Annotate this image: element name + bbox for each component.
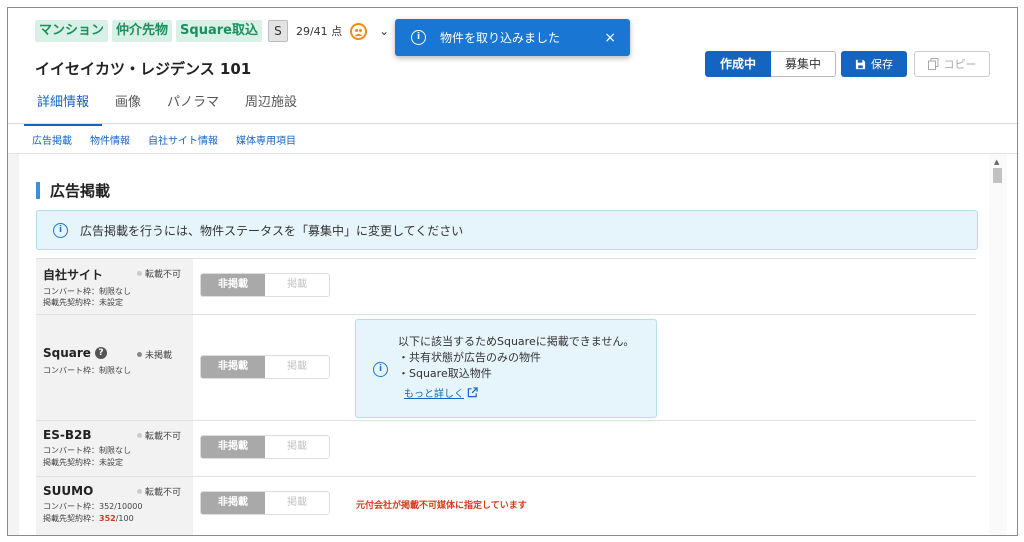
listing-row-own-site: 自社サイト 転載不可 コンバート枠：制限なし 掲載先契約枠：未設定 非掲載 掲載 xyxy=(36,258,976,315)
info-icon: i xyxy=(411,30,426,45)
subnav-site-info[interactable]: 自社サイト情報 xyxy=(148,132,218,147)
media-name: SUUMO xyxy=(43,484,94,498)
tab-panorama[interactable]: パノラマ xyxy=(154,92,232,124)
page-title: イイセイカツ・レジデンス 101 xyxy=(35,60,252,78)
learn-more-link[interactable]: もっと詳しく xyxy=(404,385,478,400)
listing-row-es-b2b: ES-B2B 転載不可 コンバート枠：制限なし 掲載先契約枠：未設定 非掲載 掲… xyxy=(36,420,976,477)
tag-type: マンション xyxy=(35,20,109,42)
unlisted-option[interactable]: 非掲載 xyxy=(201,436,265,458)
listing-state: 未掲載 xyxy=(137,348,172,361)
section-subnav: 広告掲載 物件情報 自社サイト情報 媒体専用項目 xyxy=(32,132,296,147)
tab-images[interactable]: 画像 xyxy=(102,92,154,124)
score-text: 29/41 点 xyxy=(295,25,343,38)
subnav-property-info[interactable]: 物件情報 xyxy=(90,132,130,147)
copy-button[interactable]: コピー xyxy=(914,51,990,77)
tabs-divider xyxy=(8,123,1017,124)
tag-import: Square取込 xyxy=(176,20,262,42)
tab-nearby[interactable]: 周辺施設 xyxy=(232,92,310,124)
vertical-scrollbar[interactable]: ▲ xyxy=(989,154,1007,535)
notice-line: 以下に該当するためSquareに掲載できません。 xyxy=(398,335,635,348)
unlisted-option[interactable]: 非掲載 xyxy=(201,274,265,296)
unlisted-option[interactable]: 非掲載 xyxy=(201,356,265,378)
tag-brokerage: 仲介先物 xyxy=(112,20,173,42)
info-text: 広告掲載を行うには、物件ステータスを「募集中」に変更してください xyxy=(80,223,464,238)
listing-state: 転載不可 xyxy=(137,429,181,442)
scroll-up-icon[interactable]: ▲ xyxy=(994,158,999,166)
suumo-warning: 元付会社が掲載不可媒体に指定しています xyxy=(356,501,527,511)
media-name: 自社サイト xyxy=(43,268,104,282)
tab-bar: 詳細情報 画像 パノラマ 周辺施設 xyxy=(24,92,310,126)
subnav-media-items[interactable]: 媒体専用項目 xyxy=(236,132,296,147)
tag-row: マンション 仲介先物 Square取込 S 29/41 点 ⌄ xyxy=(35,20,389,42)
status-info-banner: i 広告掲載を行うには、物件ステータスを「募集中」に変更してください xyxy=(36,210,978,250)
external-link-icon xyxy=(467,387,478,398)
content-area: 広告掲載 i 広告掲載を行うには、物件ステータスを「募集中」に変更してください … xyxy=(8,154,989,535)
status-recruiting-button[interactable]: 募集中 xyxy=(771,51,837,77)
floppy-disk-icon xyxy=(855,59,866,69)
close-icon[interactable]: × xyxy=(604,30,616,46)
status-toggle: 作成中 募集中 xyxy=(705,51,837,77)
listed-option[interactable]: 掲載 xyxy=(265,492,329,514)
copy-icon xyxy=(927,58,938,70)
notice-line: ・Square取込物件 xyxy=(398,367,492,380)
app-frame: マンション 仲介先物 Square取込 S 29/41 点 ⌄ イイセイカツ・レ… xyxy=(7,7,1018,536)
listing-state: 転載不可 xyxy=(137,267,181,280)
grade-badge: S xyxy=(267,20,288,42)
ad-listing-panel: 広告掲載 i 広告掲載を行うには、物件ステータスを「募集中」に変更してください … xyxy=(19,154,989,535)
info-icon: i xyxy=(373,362,388,377)
square-restriction-notice: i 以下に該当するためSquareに掲載できません。 ・共有状態が広告のみの物件… xyxy=(355,319,657,418)
convert-quota: コンバート枠：制限なし xyxy=(43,287,131,296)
subnav-ad-listing[interactable]: 広告掲載 xyxy=(32,132,72,147)
status-drafting-button[interactable]: 作成中 xyxy=(705,51,772,77)
section-heading: 広告掲載 xyxy=(36,180,110,201)
listing-toggle[interactable]: 非掲載 掲載 xyxy=(200,273,330,297)
contract-quota: 掲載先契約枠：未設定 xyxy=(43,298,123,307)
convert-quota: コンバート枠：352/10000 xyxy=(43,502,143,511)
media-name: ES-B2B xyxy=(43,428,92,442)
listing-toggle[interactable]: 非掲載 掲載 xyxy=(200,435,330,459)
copy-label: コピー xyxy=(943,58,977,71)
listing-row-suumo: SUUMO 転載不可 コンバート枠：352/10000 掲載先契約枠：352/1… xyxy=(36,476,976,535)
listing-toggle[interactable]: 非掲載 掲載 xyxy=(200,491,330,515)
convert-quota: コンバート枠：制限なし xyxy=(43,366,131,375)
listed-option[interactable]: 掲載 xyxy=(265,356,329,378)
listed-option[interactable]: 掲載 xyxy=(265,274,329,296)
listing-state: 転載不可 xyxy=(137,485,181,498)
notice-line: ・共有状態が広告のみの物件 xyxy=(398,351,541,364)
section-title: 広告掲載 xyxy=(50,182,111,200)
contract-quota: 掲載先契約枠：352/100 xyxy=(43,514,134,523)
save-label: 保存 xyxy=(871,58,893,71)
help-icon[interactable]: ? xyxy=(94,347,107,359)
contract-quota: 掲載先契約枠：未設定 xyxy=(43,458,123,467)
scroll-thumb[interactable] xyxy=(993,168,1002,183)
listing-row-square: Square ? 未掲載 コンバート枠：制限なし 非掲載 掲載 i 以下に該当す… xyxy=(36,314,976,421)
sad-face-icon xyxy=(350,22,368,40)
info-icon: i xyxy=(53,222,68,238)
media-name: Square ? xyxy=(43,346,107,360)
listed-option[interactable]: 掲載 xyxy=(265,436,329,458)
chevron-down-icon[interactable]: ⌄ xyxy=(379,24,389,38)
unlisted-option[interactable]: 非掲載 xyxy=(201,492,265,514)
convert-quota: コンバート枠：制限なし xyxy=(43,446,131,455)
listing-toggle[interactable]: 非掲載 掲載 xyxy=(200,355,330,379)
tab-details[interactable]: 詳細情報 xyxy=(24,92,103,126)
save-button[interactable]: 保存 xyxy=(841,51,907,77)
toast-message: 物件を取り込みました xyxy=(440,31,561,45)
toast-notification: i 物件を取り込みました × xyxy=(395,19,630,56)
